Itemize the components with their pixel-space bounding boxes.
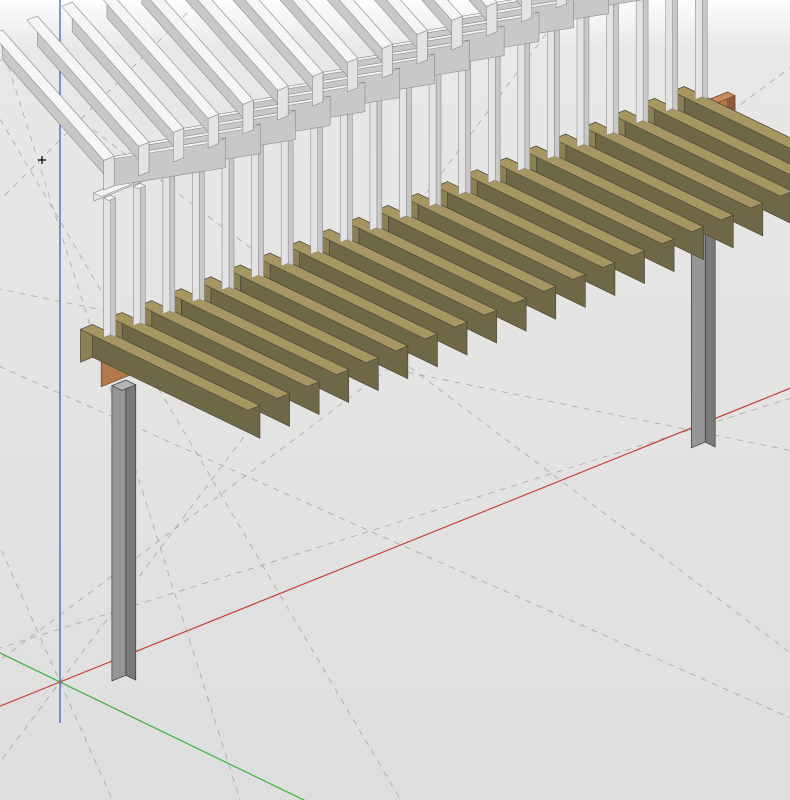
3d-viewport[interactable]	[0, 0, 790, 800]
model-canvas	[0, 0, 790, 800]
